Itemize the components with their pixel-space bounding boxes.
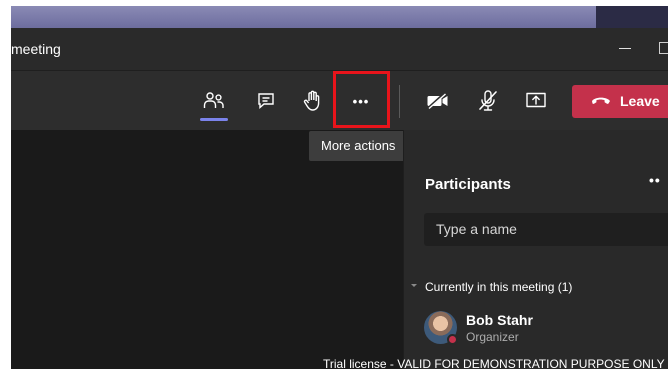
- raise-hand-icon: [303, 90, 320, 111]
- section-header-in-meeting[interactable]: Currently in this meeting (1): [425, 280, 572, 294]
- participant-role: Organizer: [466, 330, 519, 344]
- background-window-bar: [11, 6, 596, 28]
- maximize-button[interactable]: [659, 42, 668, 54]
- people-icon: [203, 92, 224, 108]
- presence-status-icon: [447, 334, 458, 345]
- app-screenshot: meeting ••• Leave More actions Participa…: [0, 0, 668, 371]
- title-bar: meeting: [11, 28, 668, 70]
- turn-camera-on-button[interactable]: [423, 86, 453, 116]
- more-actions-tooltip: More actions: [309, 131, 413, 161]
- leave-button[interactable]: Leave: [572, 85, 668, 118]
- chat-icon: [258, 93, 274, 110]
- show-conversation-button[interactable]: [251, 86, 281, 116]
- participants-title: Participants: [425, 176, 511, 193]
- active-tab-indicator: [200, 118, 228, 121]
- leave-label: Leave: [620, 93, 660, 109]
- panel-more-options-button[interactable]: ••: [649, 172, 661, 188]
- mic-off-icon: [479, 90, 497, 111]
- hang-up-icon: [592, 97, 610, 104]
- minimize-button[interactable]: [619, 48, 631, 49]
- background-window-bar-end: [596, 6, 668, 28]
- share-content-button[interactable]: [521, 86, 551, 116]
- raise-hand-button[interactable]: [298, 86, 328, 116]
- participant-search-input[interactable]: Type a name: [424, 213, 668, 246]
- share-screen-icon: [526, 92, 546, 108]
- chevron-down-icon[interactable]: [411, 284, 417, 287]
- meeting-stage: [11, 130, 403, 369]
- show-participants-button[interactable]: [199, 86, 229, 116]
- left-border: [0, 0, 11, 369]
- search-placeholder: Type a name: [436, 221, 517, 237]
- participant-name: Bob Stahr: [466, 312, 533, 328]
- tooltip-text: More actions: [321, 138, 396, 153]
- participants-panel: Participants •• Type a name Currently in…: [403, 130, 668, 369]
- window-title: meeting: [11, 41, 61, 57]
- toolbar-divider: [399, 85, 400, 118]
- more-actions-button[interactable]: •••: [346, 86, 376, 116]
- unmute-button[interactable]: [473, 86, 503, 116]
- meeting-toolbar: ••• Leave: [11, 70, 668, 131]
- camera-off-icon: [427, 92, 448, 110]
- background-window-strip: [11, 6, 668, 28]
